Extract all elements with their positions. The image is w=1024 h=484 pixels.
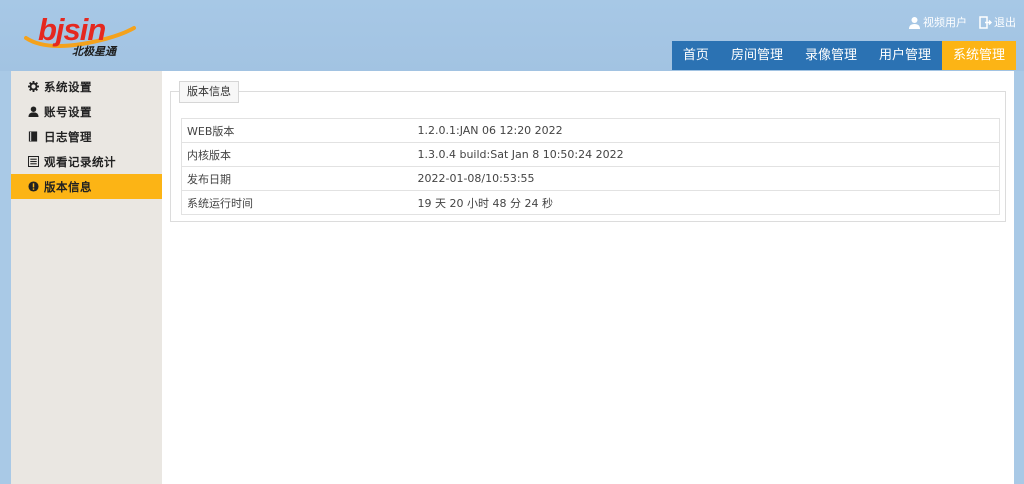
- bjsin-logo[interactable]: bjsin 北极星通: [24, 8, 148, 58]
- sidebar-item-label: 版本信息: [44, 179, 92, 194]
- sidebar: 系统设置 账号设置 日志管理 观看记录统计 版本信息: [11, 71, 162, 484]
- row-label: WEB版本: [181, 118, 413, 143]
- nav-home[interactable]: 首页: [671, 41, 720, 70]
- version-info-table: WEB版本 1.2.0.1:JAN 06 12:20 2022 内核版本 1.3…: [181, 118, 1000, 215]
- list-icon: [27, 156, 39, 168]
- sidebar-item-label: 日志管理: [44, 129, 92, 144]
- gear-icon: [27, 81, 39, 93]
- sidebar-item-version-info[interactable]: 版本信息: [11, 174, 162, 199]
- sidebar-item-viewing-stats[interactable]: 观看记录统计: [11, 149, 162, 174]
- table-row: WEB版本 1.2.0.1:JAN 06 12:20 2022: [181, 118, 1000, 143]
- user-links: 视频用户 退出: [908, 14, 1016, 30]
- svg-text:北极星通: 北极星通: [72, 45, 118, 58]
- sidebar-item-label: 系统设置: [44, 79, 92, 94]
- video-user-link[interactable]: 视频用户: [908, 14, 967, 30]
- panel-title: 版本信息: [179, 81, 239, 103]
- row-label: 内核版本: [181, 142, 413, 167]
- row-value: 1.2.0.1:JAN 06 12:20 2022: [412, 118, 1000, 143]
- video-user-label: 视频用户: [923, 16, 967, 29]
- user-icon: [908, 16, 921, 29]
- nav-user-management[interactable]: 用户管理: [867, 41, 942, 70]
- sidebar-item-label: 账号设置: [44, 104, 92, 119]
- sidebar-item-system-settings[interactable]: 系统设置: [11, 74, 162, 99]
- row-value: 1.3.0.4 build:Sat Jan 8 10:50:24 2022: [412, 142, 1000, 167]
- version-info-panel: 版本信息 WEB版本 1.2.0.1:JAN 06 12:20 2022 内核版…: [170, 81, 1006, 222]
- book-icon: [27, 131, 39, 143]
- main-nav: 首页 房间管理 录像管理 用户管理 系统管理: [671, 41, 1016, 70]
- svg-text:bjsin: bjsin: [38, 12, 105, 47]
- row-value: 19 天 20 小时 48 分 24 秒: [412, 190, 1000, 215]
- row-value: 2022-01-08/10:53:55: [412, 166, 1000, 191]
- sidebar-item-log-management[interactable]: 日志管理: [11, 124, 162, 149]
- user-icon: [27, 106, 39, 118]
- row-label: 系统运行时间: [181, 190, 413, 215]
- nav-room-management[interactable]: 房间管理: [719, 41, 794, 70]
- table-row: 内核版本 1.3.0.4 build:Sat Jan 8 10:50:24 20…: [181, 142, 1000, 167]
- nav-system-management[interactable]: 系统管理: [941, 41, 1016, 70]
- table-row: 发布日期 2022-01-08/10:53:55: [181, 166, 1000, 191]
- logout-link[interactable]: 退出: [979, 14, 1016, 30]
- header: bjsin 北极星通 视频用户 退出 首页 房间管理 录像管理 用户管理 系统管…: [0, 0, 1024, 71]
- sidebar-item-account-settings[interactable]: 账号设置: [11, 99, 162, 124]
- table-row: 系统运行时间 19 天 20 小时 48 分 24 秒: [181, 190, 1000, 215]
- sidebar-item-label: 观看记录统计: [44, 154, 116, 169]
- main-content: 版本信息 WEB版本 1.2.0.1:JAN 06 12:20 2022 内核版…: [162, 71, 1014, 484]
- info-icon: [27, 181, 39, 193]
- nav-recording-management[interactable]: 录像管理: [793, 41, 868, 70]
- row-label: 发布日期: [181, 166, 413, 191]
- logout-icon: [979, 15, 992, 29]
- logout-label: 退出: [994, 16, 1016, 29]
